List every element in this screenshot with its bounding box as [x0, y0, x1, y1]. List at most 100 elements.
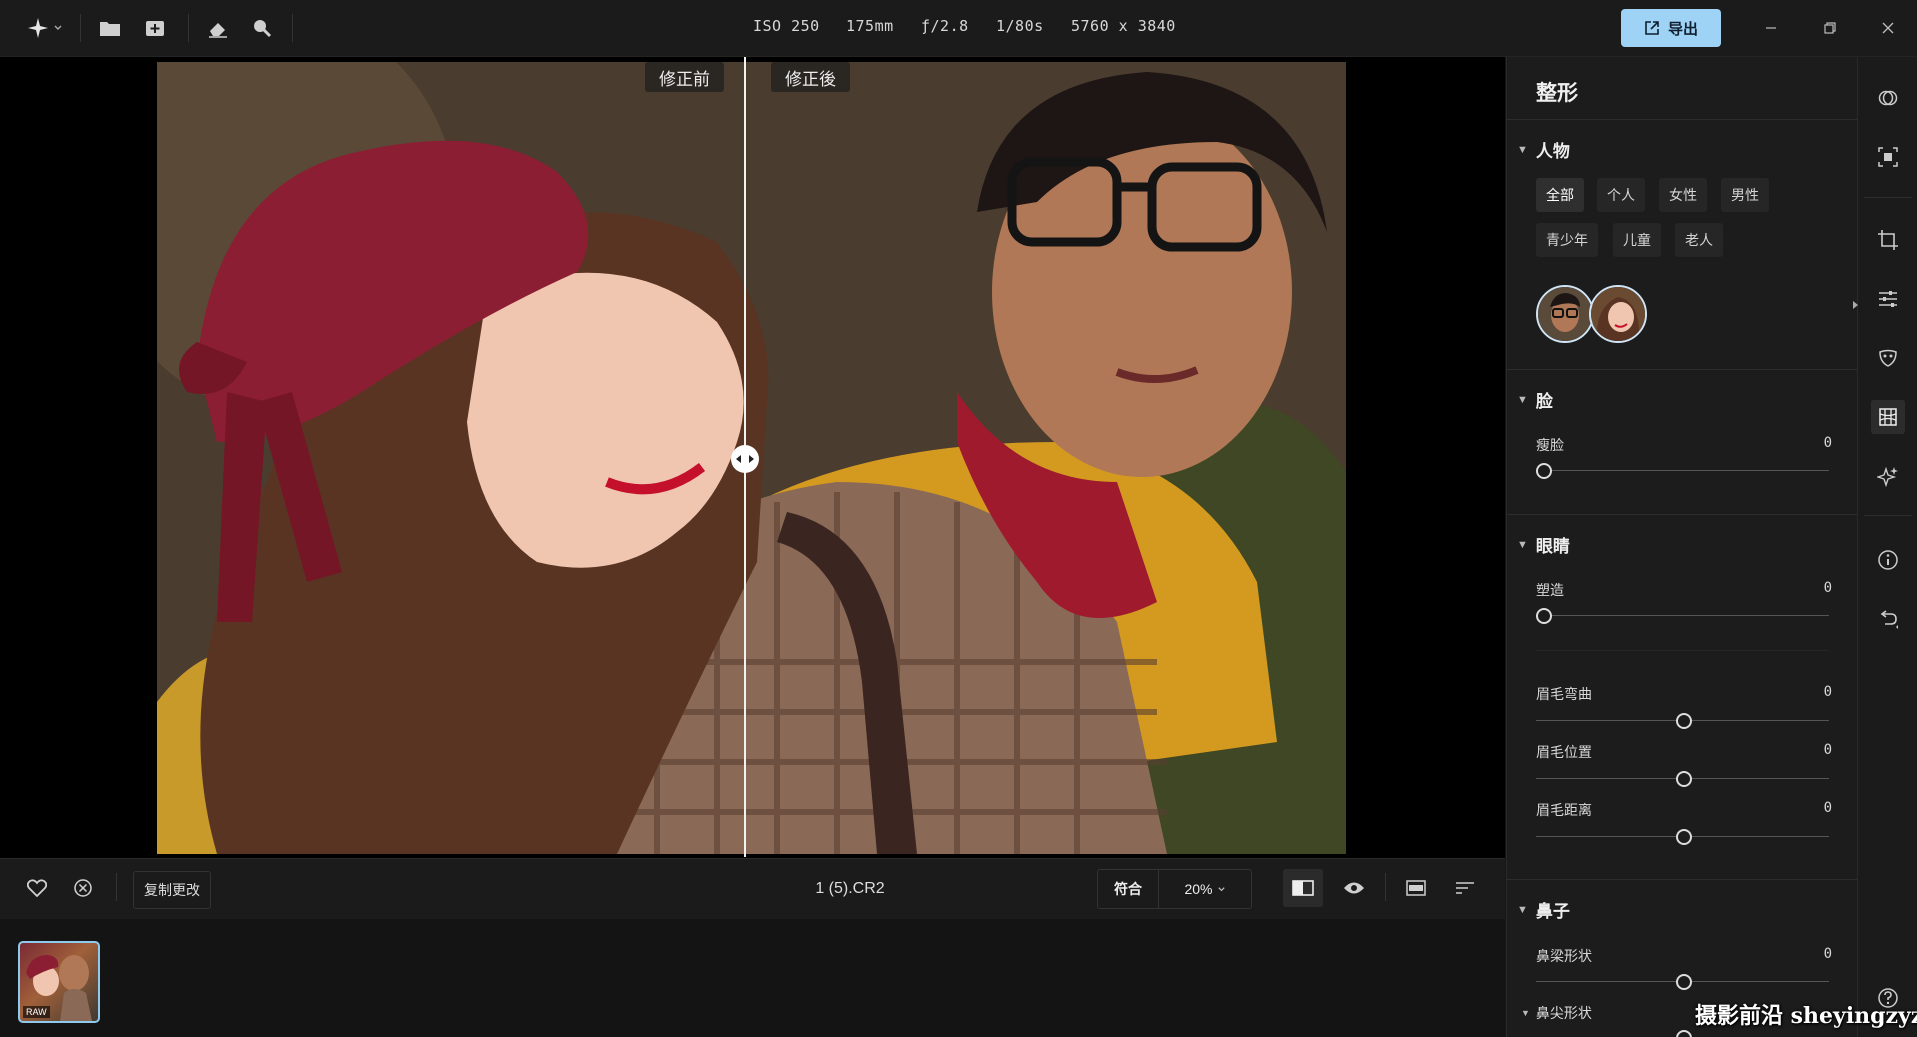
search-icon — [254, 20, 272, 38]
preview-button[interactable] — [1339, 871, 1369, 905]
top-toolbar: ISO 250 175mm ƒ/2.8 1/80s 5760 x 3840 导出 — [0, 0, 1917, 57]
section-people-header[interactable]: ▼ 人物 — [1517, 137, 1570, 162]
slider-slim-face-track[interactable] — [1536, 470, 1829, 471]
filmstrip: RAW — [0, 919, 1505, 1037]
zoom-select[interactable]: 20% — [1159, 870, 1251, 908]
slider-slim-face-value: 0 — [1823, 435, 1832, 451]
close-button[interactable] — [1874, 14, 1902, 42]
toolbar-divider — [1385, 873, 1386, 901]
section-nose-label: 鼻子 — [1535, 902, 1570, 921]
people-filter-all[interactable]: 全部 — [1536, 178, 1584, 212]
tool-info[interactable] — [1871, 543, 1905, 577]
tool-history[interactable] — [1871, 602, 1905, 636]
section-face-header[interactable]: ▼ 脸 — [1517, 387, 1553, 412]
reject-circle-icon — [74, 879, 92, 897]
subsection-nose-tip-header[interactable]: ▼ 鼻尖形状 — [1521, 1003, 1592, 1023]
tool-adjust[interactable] — [1871, 282, 1905, 316]
panel-divider — [1507, 879, 1857, 880]
tool-reshape[interactable] — [1871, 400, 1905, 434]
subsection-divider — [1536, 650, 1829, 651]
avatar-woman-image — [1591, 287, 1645, 341]
slider-brow-distance-knob[interactable] — [1676, 829, 1692, 845]
panel-title: 整形 — [1536, 82, 1578, 105]
reject-button[interactable] — [70, 871, 96, 905]
slider-shape-track[interactable] — [1536, 615, 1829, 616]
exif-shutter: 1/80s — [996, 17, 1044, 35]
split-view-icon — [1292, 880, 1314, 896]
slider-brow-position-label: 眉毛位置 — [1536, 744, 1592, 760]
raw-badge: RAW — [23, 1006, 50, 1018]
restore-button[interactable] — [1816, 14, 1844, 42]
app-menu-button[interactable] — [22, 12, 68, 44]
tool-mask[interactable] — [1871, 341, 1905, 375]
exif-focal-length: 175mm — [846, 17, 894, 35]
minimize-icon — [1766, 27, 1776, 29]
people-filter-male[interactable]: 男性 — [1721, 178, 1769, 212]
slider-brow-distance-value: 0 — [1823, 800, 1832, 816]
fit-button[interactable]: 符合 — [1098, 870, 1159, 908]
slider-brow-position-knob[interactable] — [1676, 771, 1692, 787]
magic-sparkle-icon — [1877, 466, 1898, 487]
people-filter-female[interactable]: 女性 — [1659, 178, 1707, 212]
toolstrip-divider — [1864, 197, 1912, 198]
people-filter-teen[interactable]: 青少年 — [1536, 223, 1598, 257]
face-avatar-man[interactable] — [1536, 285, 1594, 343]
caret-down-icon: ▼ — [1517, 393, 1528, 406]
heart-icon — [27, 879, 47, 897]
slider-brow-distance-label: 眉毛距离 — [1536, 802, 1592, 818]
chevron-down-icon — [54, 25, 62, 30]
avatar-man-image — [1538, 287, 1592, 341]
chevron-down-icon — [1217, 886, 1225, 891]
favorite-button[interactable] — [24, 871, 50, 905]
slider-nose-bridge-label: 鼻梁形状 — [1536, 948, 1592, 964]
slider-shape-knob[interactable] — [1536, 608, 1552, 624]
overlap-circles-icon — [1878, 90, 1898, 106]
section-people-label: 人物 — [1535, 142, 1570, 161]
face-avatar-woman[interactable] — [1589, 285, 1647, 343]
open-folder-button[interactable] — [96, 12, 124, 44]
sort-button[interactable] — [1450, 871, 1480, 905]
filmstrip-thumbnail[interactable]: RAW — [18, 941, 100, 1023]
slider-nose-bridge-knob[interactable] — [1676, 974, 1692, 990]
info-icon — [1878, 550, 1898, 570]
panel-divider — [1507, 369, 1857, 370]
slider-shape-value: 0 — [1823, 580, 1832, 596]
people-filter-child[interactable]: 儿童 — [1613, 223, 1661, 257]
mask-icon — [1879, 349, 1897, 367]
eraser-button[interactable] — [204, 12, 232, 44]
slider-slim-face-label: 瘦脸 — [1536, 437, 1564, 453]
zoom-control: 符合 20% — [1097, 869, 1252, 909]
search-button[interactable] — [248, 12, 276, 44]
tool-select[interactable] — [1871, 140, 1905, 174]
tool-presets[interactable] — [1871, 81, 1905, 115]
copy-changes-button[interactable]: 复制更改 — [133, 871, 211, 909]
tool-strip — [1857, 57, 1917, 1037]
subsection-nose-tip-label: 鼻尖形状 — [1535, 1005, 1592, 1021]
filmstrip-toggle-button[interactable] — [1401, 871, 1431, 905]
compare-view-button[interactable] — [1283, 869, 1323, 907]
section-eyes-header[interactable]: ▼ 眼睛 — [1517, 532, 1570, 557]
export-button[interactable]: 导出 — [1621, 9, 1721, 47]
caret-right-icon — [1853, 301, 1858, 309]
people-filter-elderly[interactable]: 老人 — [1675, 223, 1723, 257]
compare-split-handle[interactable] — [731, 445, 759, 473]
slider-brow-curve-knob[interactable] — [1676, 713, 1692, 729]
tool-ai-effects[interactable] — [1871, 459, 1905, 493]
slider-nose-bridge-value: 0 — [1823, 946, 1832, 962]
add-image-button[interactable] — [142, 12, 170, 44]
slider-shape-label: 塑造 — [1536, 582, 1564, 598]
toolbar-divider — [116, 873, 117, 901]
slider-nose-tip-knob[interactable] — [1676, 1030, 1692, 1037]
panel-collapse-handle[interactable] — [1853, 296, 1858, 309]
section-face-label: 脸 — [1535, 392, 1553, 411]
caret-down-icon: ▼ — [1521, 1008, 1530, 1018]
select-frame-icon — [1878, 147, 1898, 167]
bottom-toolbar: 复制更改 1 (5).CR2 符合 20% — [0, 858, 1505, 919]
filmstrip-icon — [1406, 880, 1426, 896]
minimize-button[interactable] — [1757, 14, 1785, 42]
section-nose-header[interactable]: ▼ 鼻子 — [1517, 897, 1570, 922]
adjustment-panel: 整形 ▼ 人物 全部 个人 女性 男性 青少年 儿童 老人 ▼ 脸 瘦脸 0 ▼… — [1506, 57, 1857, 1037]
slider-slim-face-knob[interactable] — [1536, 463, 1552, 479]
tool-crop[interactable] — [1871, 223, 1905, 257]
people-filter-individual[interactable]: 个人 — [1597, 178, 1645, 212]
